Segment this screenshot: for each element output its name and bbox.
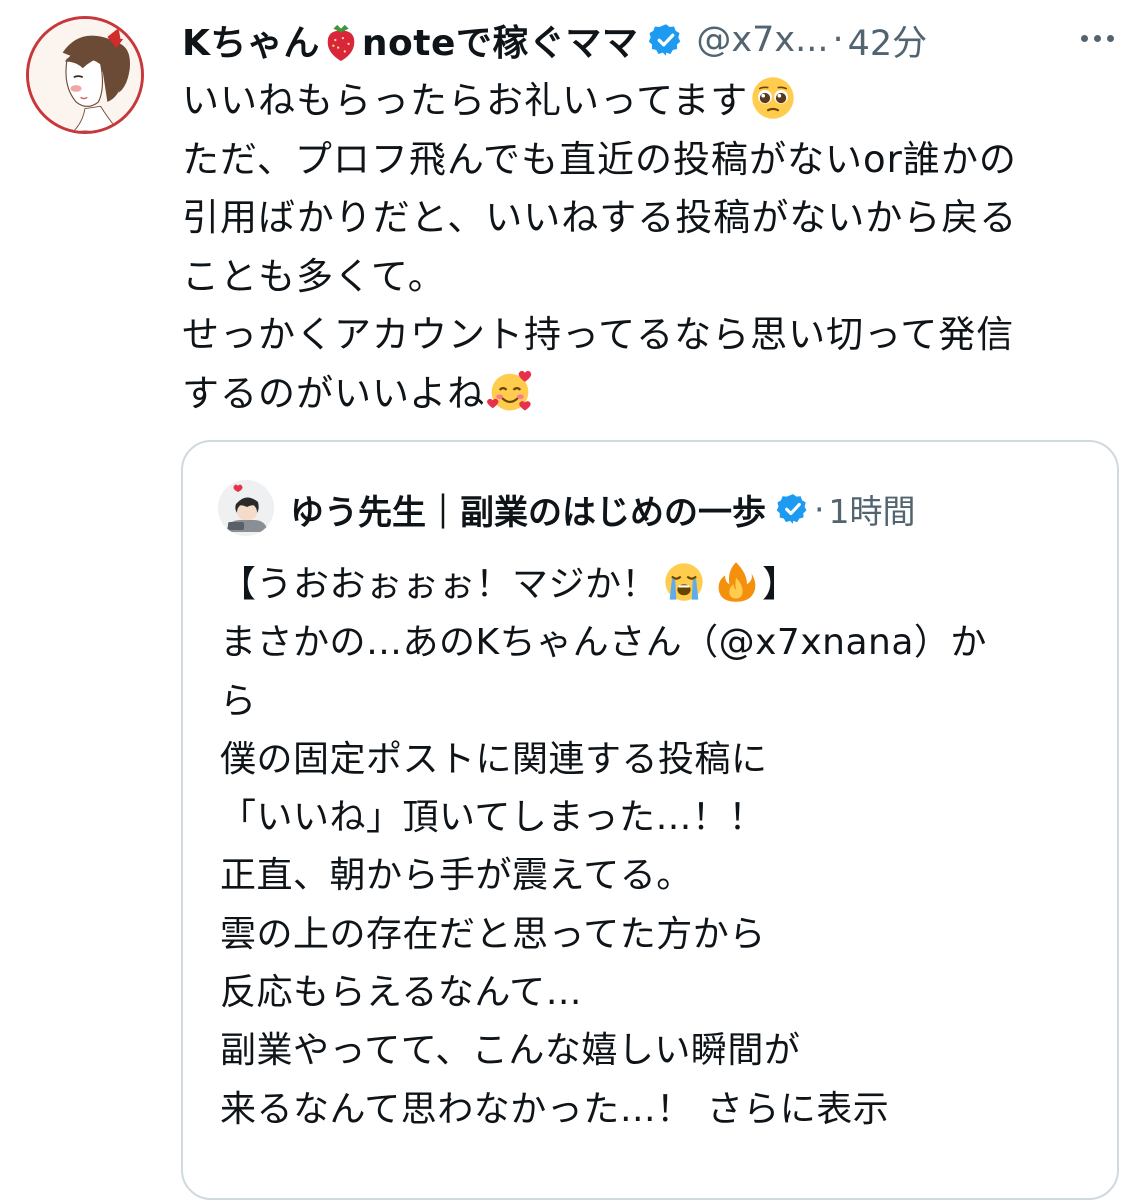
quoted-post-timestamp[interactable]: 1時間: [829, 485, 916, 533]
strawberry-emoji-icon: [327, 24, 355, 61]
author-avatar[interactable]: [26, 16, 144, 134]
verified-badge-icon: [649, 24, 681, 56]
more-options-icon[interactable]: [1072, 16, 1122, 60]
quoted-header-separator: ·: [814, 489, 825, 529]
post-body-line: せっかくアカウント持ってるなら思い切って発信: [182, 313, 1015, 356]
smiling-face-with-hearts-emoji-icon: [487, 370, 532, 411]
post-body-line: 引用ばかりだと、いいねする投稿がないから戻る: [182, 196, 1018, 239]
post-timestamp[interactable]: 42分: [848, 15, 928, 66]
quoted-body-line: 副業やってて、こんな嬉しい瞬間が: [220, 1030, 801, 1072]
header-separator: ·: [832, 20, 844, 60]
post-header: Kちゃん noteで稼ぐママ @x7x... · 42分: [182, 12, 1132, 68]
verified-badge-icon: [776, 494, 807, 524]
quoted-body-line: 「いいね」頂いてしまった…！！: [220, 797, 765, 839]
display-name-suffix: noteで稼ぐママ: [361, 23, 639, 64]
post[interactable]: Kちゃん noteで稼ぐママ @x7x... · 42分 いいねもらったらお礼い…: [0, 0, 1147, 1200]
author-handle[interactable]: @x7x...: [696, 20, 828, 60]
quoted-body-line: 来るなんて思わなかった…！ さらに表示: [220, 1088, 890, 1130]
quoted-body-line: ら: [220, 680, 257, 722]
quoted-body-line: 正直、朝から手が震えてる。: [220, 855, 693, 897]
pleading-face-emoji-icon: [752, 77, 795, 119]
loudly-crying-face-emoji-icon: [665, 563, 703, 601]
quoted-body-line: 僕の固定ポストに関連する投稿に: [220, 738, 768, 780]
post-body: いいねもらったらお礼いってます ただ、プロフ飛んでも直近の投稿がないor誰かの …: [182, 72, 1122, 423]
post-body-line: ことも多くて。: [182, 254, 446, 298]
quoted-author-avatar[interactable]: [218, 480, 274, 536]
quoted-body-line: まさかの…あのKちゃんさん（@x7xnana）か: [220, 622, 987, 664]
post-body-line: ただ、プロフ飛んでも直近の投稿がないor誰かの: [182, 137, 1017, 181]
show-more-link[interactable]: さらに表示: [707, 1089, 890, 1130]
fire-emoji-icon: [718, 562, 756, 602]
author-display-name[interactable]: Kちゃん noteで稼ぐママ: [182, 14, 638, 66]
quoted-body-line: 反応もらえるなんて…: [220, 972, 583, 1014]
post-body-line: いいねもらったらお礼いってます: [182, 72, 1122, 131]
quoted-avatar-illustration: [218, 480, 274, 536]
quoted-author-display-name[interactable]: ゆう先生｜副業のはじめの一歩: [290, 485, 766, 534]
post-body-line: するのがいいよね: [182, 365, 1122, 424]
quoted-body-line: 【うおおぉぉぉ！マジか！ 】: [220, 556, 1100, 614]
display-name-prefix: Kちゃん: [182, 23, 320, 64]
avatar-illustration: [29, 19, 141, 131]
quoted-body-line: 雲の上の存在だと思ってた方から: [220, 913, 766, 955]
quoted-post-body: 【うおおぉぉぉ！マジか！ 】 まさかの…あのKちゃんさん（@x7xnana）か …: [220, 556, 1100, 1139]
quoted-post-header: ゆう先生｜副業のはじめの一歩 · 1時間: [290, 482, 916, 536]
